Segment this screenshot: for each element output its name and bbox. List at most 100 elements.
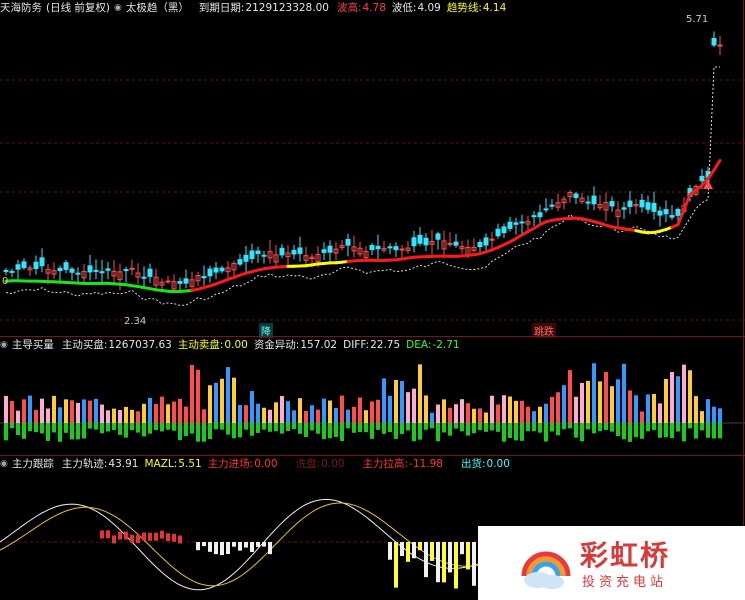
main-pull-bar (448, 542, 452, 573)
sell-volume-bar (286, 423, 290, 432)
buy-volume-bar (616, 379, 620, 423)
buy-volume-bar (220, 378, 224, 423)
sell-volume-bar (514, 423, 518, 441)
sell-volume-bar (502, 423, 506, 442)
candle-body (129, 267, 135, 270)
candle-body (177, 281, 183, 284)
trend-line-segment (682, 193, 692, 212)
candle-body (435, 233, 441, 240)
diff-value: 22.75 (370, 339, 401, 351)
candle-body (75, 272, 81, 275)
candle-body (69, 268, 75, 273)
candle-body (327, 245, 333, 253)
indicator-name[interactable]: 太极趋（黑） (126, 0, 189, 16)
buy-volume-bar (508, 396, 512, 423)
volume-menu-icon[interactable]: ◉ (0, 337, 8, 353)
buy-volume-bar (208, 385, 212, 423)
buy-volume-bar (664, 378, 668, 423)
sell-volume-bar (154, 423, 158, 431)
chart-period[interactable]: (日线 前复权) (46, 0, 110, 16)
candle-body (321, 249, 327, 253)
candle-body (513, 222, 519, 225)
buy-volume-bar (622, 363, 626, 423)
buy-volume-bar (124, 406, 128, 423)
candle-body (609, 201, 615, 207)
sell-volume-bar (370, 423, 374, 439)
main-pull-bar (460, 542, 464, 555)
buy-volume-bar (388, 395, 392, 423)
buy-volume-bar (472, 408, 476, 423)
sell-volume-bar (46, 423, 50, 441)
wave-high-label: 波高: (336, 2, 362, 14)
main-pull-bar (436, 542, 440, 583)
track-value: 43.91 (108, 458, 139, 470)
buy-volume-bar (676, 376, 680, 423)
candle-body (483, 237, 489, 246)
candle-body (543, 208, 549, 211)
sell-volume-bar (274, 423, 278, 432)
sell-volume-bar (160, 423, 164, 432)
main-pull-bar (196, 542, 200, 551)
sell-volume-bar (142, 423, 146, 437)
candle-body (489, 238, 495, 241)
buy-volume-bar (364, 410, 368, 423)
tracking-indicator-name[interactable]: 主力跟踪 (12, 456, 54, 472)
buy-volume-bar (634, 395, 638, 423)
buy-volume-bar (484, 412, 488, 423)
sell-volume-bar (94, 423, 98, 430)
main-chart-header: 天海防务 (日线 前复权) ◉ 太极趋（黑） 到期日期: 2129123328.… (0, 0, 510, 16)
candle-body (213, 267, 219, 273)
sell-volume-bar (652, 423, 656, 431)
buy-volume-bar (358, 397, 362, 423)
sell-volume-bar (190, 423, 194, 434)
expiry-value: 2129123328.00 (245, 2, 329, 14)
sell-volume-bar (34, 423, 38, 433)
main-enter-bar (154, 532, 158, 541)
candlestick-chart[interactable] (0, 15, 745, 337)
buy-volume-bar (718, 408, 722, 423)
sell-volume-bar (364, 423, 368, 433)
volume-indicator-name[interactable]: 主导买量 (12, 337, 54, 353)
sell-volume-bar (562, 423, 566, 430)
buy-volume-bar (52, 395, 56, 423)
sell-volume-bar (10, 423, 14, 429)
sell-volume-bar (580, 423, 584, 442)
trend-line-value: 4.14 (482, 2, 507, 14)
sell-volume-bar (310, 423, 314, 431)
sell-volume-bar (406, 423, 410, 431)
buy-volume-bar (466, 403, 470, 423)
volume-bar-chart[interactable] (0, 353, 745, 455)
candle-body (699, 175, 705, 182)
buy-volume-bar (40, 398, 44, 423)
diff-label: DIFF: (343, 339, 370, 351)
sell-volume-bar (346, 423, 350, 429)
sell-volume-bar (394, 423, 398, 439)
sell-volume-bar (4, 423, 8, 441)
buy-volume-bar (442, 399, 446, 423)
sell-volume-bar (712, 423, 716, 439)
main-enter-bar (166, 533, 170, 542)
main-pull-bar (250, 542, 254, 552)
candle-body (573, 193, 579, 198)
candle-body (123, 269, 129, 272)
candle-body (645, 202, 651, 210)
indicator-menu-icon[interactable]: ◉ (114, 0, 122, 16)
candle-body (165, 280, 171, 283)
trend-line-segment (712, 158, 722, 172)
stock-name[interactable]: 天海防务 (0, 0, 42, 16)
buy-volume-bar (496, 404, 500, 423)
candle-body (345, 238, 351, 246)
sell-volume-bar (106, 423, 110, 432)
buy-volume-bar (604, 371, 608, 423)
buy-volume-bar (394, 379, 398, 423)
candle-body (369, 245, 375, 251)
main-pull-value: -11.98 (409, 458, 443, 470)
tracking-menu-icon[interactable]: ◉ (0, 456, 8, 472)
buy-volume-bar (556, 392, 560, 423)
candle-body (237, 259, 243, 265)
sell-volume-bar (208, 423, 212, 440)
sell-volume-bar (196, 423, 200, 442)
buy-volume-bar (436, 404, 440, 423)
sell-volume-bar (58, 423, 62, 442)
buy-volume-bar (448, 407, 452, 423)
